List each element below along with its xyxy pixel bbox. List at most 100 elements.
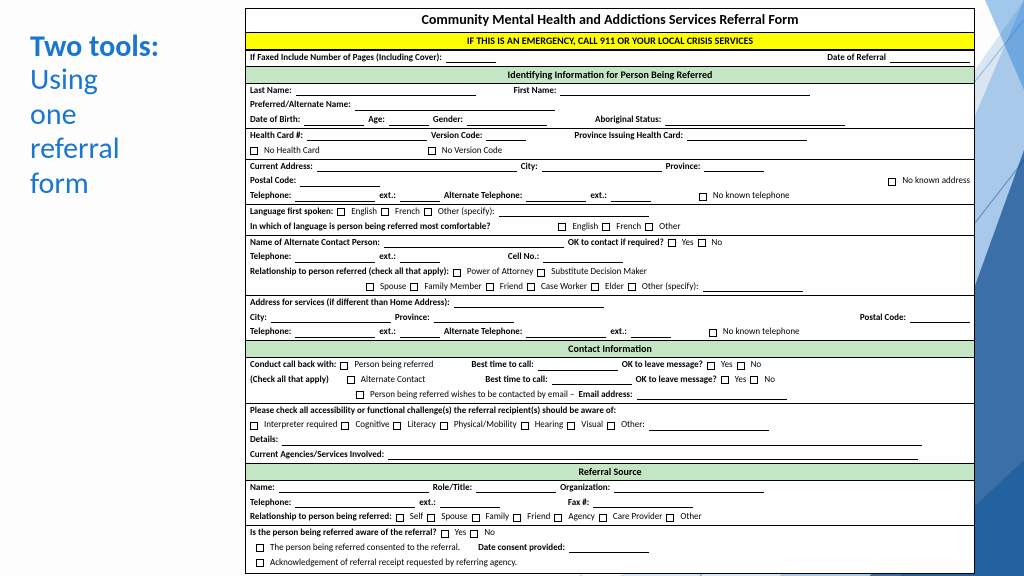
form-title: Community Mental Health and Addictions S… <box>246 9 974 32</box>
serv-addr-label: Address for services (if different than … <box>250 298 450 309</box>
vis-checkbox[interactable] <box>567 422 575 430</box>
alt-c-checkbox[interactable] <box>347 376 355 384</box>
pref-name-label: Preferred/Alternate Name: <box>250 100 351 111</box>
tele-row: Telephone: ext.: Alternate Telephone:ext… <box>246 189 974 204</box>
postal-row: Postal Code: No known address <box>246 174 974 189</box>
french-label: French <box>395 207 420 218</box>
person-ref-checkbox[interactable] <box>340 362 348 370</box>
other-src-checkbox[interactable] <box>666 514 674 522</box>
ok-no-checkbox[interactable] <box>698 239 706 247</box>
email-addr-label: Email address: <box>579 390 633 401</box>
province2-label: Province: <box>395 313 430 324</box>
tele3-label: Telephone: <box>250 327 291 338</box>
health-card-label: Health Card #: <box>250 131 303 142</box>
no-version-checkbox[interactable] <box>428 147 436 155</box>
msg-no-checkbox[interactable] <box>737 362 745 370</box>
family-m-checkbox[interactable] <box>410 283 418 291</box>
address-row: Current Address: City: Province: <box>246 159 974 175</box>
msg-no2-checkbox[interactable] <box>750 376 758 384</box>
spouse-checkbox[interactable] <box>366 283 374 291</box>
gender-label: Gender: <box>433 115 463 126</box>
interp-checkbox[interactable] <box>250 422 258 430</box>
poa-checkbox[interactable] <box>453 269 461 277</box>
french2-checkbox[interactable] <box>602 223 610 231</box>
consent-row: The person being referred consented to t… <box>246 541 974 556</box>
other-spec-label: Other (specify): <box>438 207 495 218</box>
emergency-banner: IF THIS IS AN EMERGENCY, CALL 911 OR YOU… <box>246 32 974 50</box>
sdm-checkbox[interactable] <box>537 269 545 277</box>
org-label: Organization: <box>560 483 610 494</box>
no-tele2-checkbox[interactable] <box>709 329 717 337</box>
postal-label: Postal Code: <box>250 176 296 187</box>
alt-c-label: Alternate Contact <box>361 375 425 386</box>
spouse2-checkbox[interactable] <box>427 514 435 522</box>
ext5-label: ext.: <box>610 327 627 338</box>
other-acc-checkbox[interactable] <box>607 422 615 430</box>
care-checkbox[interactable] <box>599 514 607 522</box>
details-label: Details: <box>250 435 278 446</box>
relation2-row: Spouse Family Member Friend Case Worker … <box>246 280 974 295</box>
ext3-label: ext.: <box>379 252 396 263</box>
friend-checkbox[interactable] <box>486 283 494 291</box>
dob-label: Date of Birth: <box>250 115 300 126</box>
fax-row: If Faxed Include Number of Pages (Includ… <box>246 50 974 66</box>
access-label: Please check all accessibility or functi… <box>250 406 616 417</box>
msg-yes-checkbox[interactable] <box>707 362 715 370</box>
other-lang-checkbox[interactable] <box>424 208 432 216</box>
msg-yes2-checkbox[interactable] <box>721 376 729 384</box>
english2-checkbox[interactable] <box>558 223 566 231</box>
email-pref-checkbox[interactable] <box>356 391 364 399</box>
family2-label: Family <box>486 512 510 523</box>
no-tele-label: No known telephone <box>713 191 790 202</box>
src-name-label: Name: <box>250 483 275 494</box>
phys-label: Physical/Mobility <box>454 420 517 431</box>
other-rel-checkbox[interactable] <box>628 283 636 291</box>
consent-checkbox[interactable] <box>256 544 264 552</box>
email-pref-label: Person being referred wishes to be conta… <box>370 390 575 401</box>
aware-yes-checkbox[interactable] <box>441 530 449 538</box>
best-time2-label: Best time to call: <box>485 375 547 386</box>
ext2-label: ext.: <box>590 191 607 202</box>
self-checkbox[interactable] <box>396 514 404 522</box>
lit-label: Literacy <box>407 420 435 431</box>
hear-checkbox[interactable] <box>521 422 529 430</box>
casew-checkbox[interactable] <box>527 283 535 291</box>
tele2-label: Telephone: <box>250 252 291 263</box>
referral-form: Community Mental Health and Addictions S… <box>245 8 975 574</box>
ext4-label: ext.: <box>379 327 396 338</box>
french-checkbox[interactable] <box>381 208 389 216</box>
lang-comf-label: In which of language is person being ref… <box>250 222 490 233</box>
lit-checkbox[interactable] <box>393 422 401 430</box>
elder-checkbox[interactable] <box>591 283 599 291</box>
lang-comf-row: In which of language is person being ref… <box>246 220 974 235</box>
other2-checkbox[interactable] <box>645 223 653 231</box>
no-address-checkbox[interactable] <box>888 178 896 186</box>
city-label: City: <box>521 162 538 173</box>
ack-checkbox[interactable] <box>256 559 264 567</box>
family2-checkbox[interactable] <box>472 514 480 522</box>
english-checkbox[interactable] <box>337 208 345 216</box>
no-tele-checkbox[interactable] <box>699 193 707 201</box>
ok-no-label: No <box>712 238 723 249</box>
ok-yes-checkbox[interactable] <box>668 239 676 247</box>
cell-label: Cell No.: <box>508 252 539 263</box>
no-health-checkbox[interactable] <box>250 147 258 155</box>
agency-label: Agency <box>568 512 594 523</box>
friend-label: Friend <box>500 282 523 293</box>
agency-checkbox[interactable] <box>554 514 562 522</box>
slide-title-block: Two tools: Using one referral form <box>0 0 240 576</box>
no-tele2-label: No known telephone <box>723 327 800 338</box>
aware-no-checkbox[interactable] <box>470 530 478 538</box>
details-row: Details: <box>246 433 974 448</box>
rel-being-row: Relationship to person being referred: S… <box>246 510 974 525</box>
rel-being-label: Relationship to person being referred: <box>250 512 392 523</box>
slide-title-bold: Two tools: <box>30 30 240 63</box>
cog-checkbox[interactable] <box>341 422 349 430</box>
aboriginal-label: Aboriginal Status: <box>595 115 661 126</box>
city2-label: City: <box>250 313 267 324</box>
friend2-checkbox[interactable] <box>513 514 521 522</box>
src-tele-row: Telephone: ext.: Fax #: <box>246 496 974 511</box>
ok-msg-label: OK to leave message? <box>622 360 703 371</box>
phys-checkbox[interactable] <box>440 422 448 430</box>
self-label: Self <box>410 512 423 523</box>
